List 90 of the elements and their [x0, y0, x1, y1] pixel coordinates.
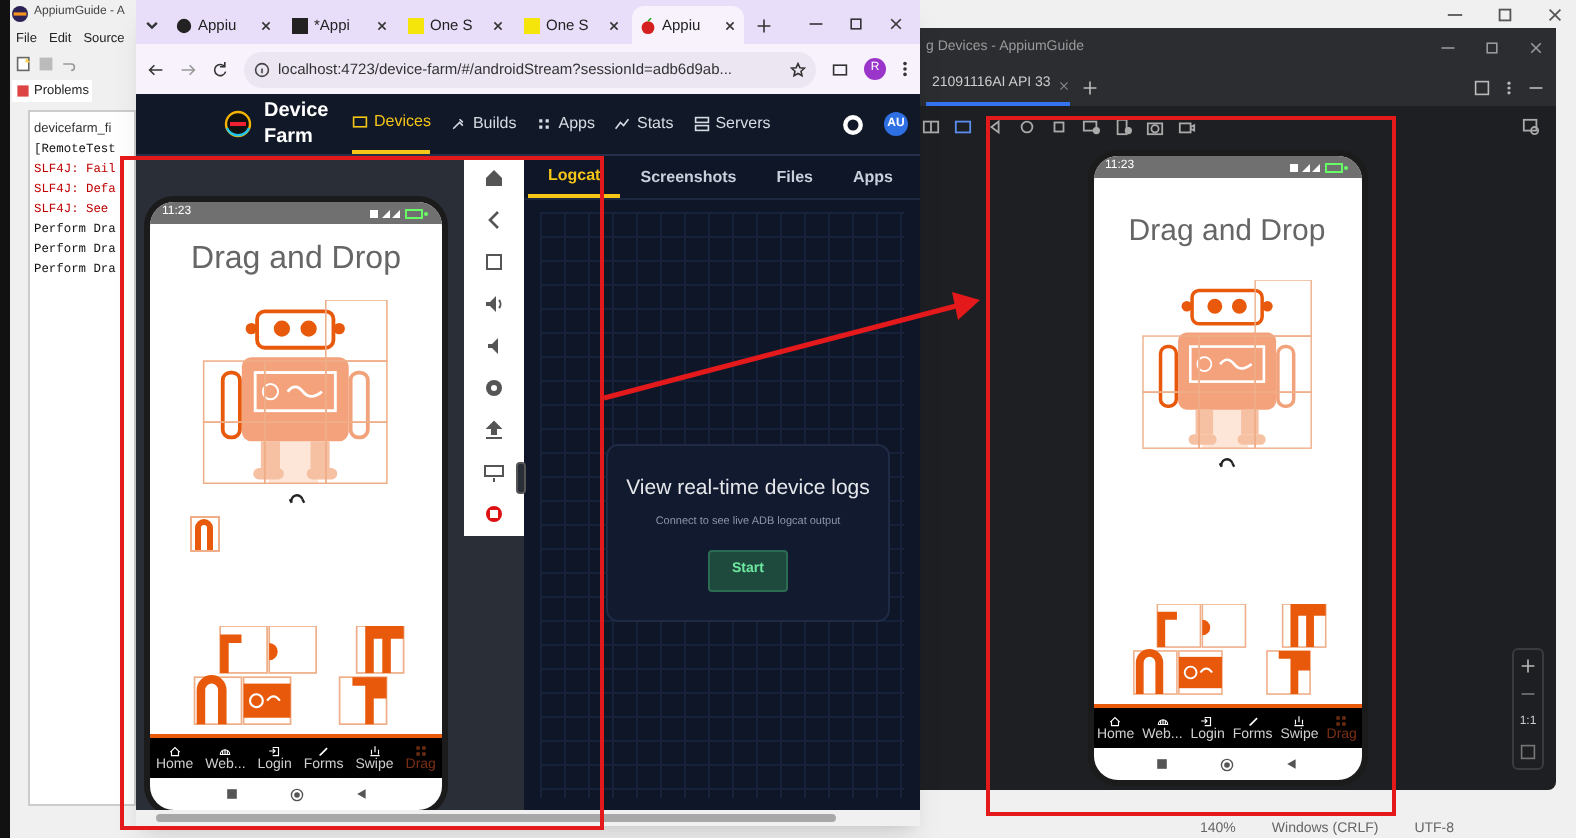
plus-icon[interactable] [756, 18, 772, 34]
scrollbar-thumb[interactable] [156, 814, 836, 822]
circle-icon[interactable] [1018, 117, 1036, 135]
panel-tab[interactable]: Logcat [528, 156, 621, 198]
circle-icon[interactable] [289, 787, 303, 801]
favicon-icon [640, 17, 656, 33]
camera-icon[interactable] [1146, 117, 1164, 135]
close-icon[interactable] [260, 19, 272, 31]
more-icon[interactable] [902, 60, 908, 78]
panel-icon[interactable] [954, 117, 972, 135]
puzzle-piece-icon [190, 515, 221, 552]
chevron-left-icon[interactable] [484, 210, 504, 230]
hammer-icon [450, 116, 467, 132]
square-icon[interactable] [484, 252, 504, 272]
home-icon[interactable] [484, 168, 504, 188]
circle-icon[interactable] [1220, 757, 1234, 771]
screen-title: Drag and Drop [1126, 212, 1328, 252]
chart-line-icon [614, 116, 631, 132]
nav-link[interactable]: Devices [352, 94, 431, 154]
close-icon[interactable] [1528, 40, 1544, 56]
home-icon [1108, 714, 1123, 728]
keyboard-icon[interactable] [484, 462, 504, 482]
triangle-icon[interactable] [1286, 758, 1298, 770]
brand-name: Device Farm [264, 98, 331, 150]
close-icon[interactable] [888, 16, 904, 32]
back-arrow-icon[interactable] [148, 61, 164, 77]
nav-link[interactable]: Apps [536, 94, 595, 154]
panel-tab[interactable]: Apps [833, 156, 913, 198]
app-logo-icon [12, 5, 28, 21]
panel-tab[interactable]: Files [756, 156, 833, 198]
close-icon[interactable] [376, 19, 388, 31]
search-icon[interactable] [1522, 117, 1540, 135]
back-icon[interactable] [986, 117, 1004, 135]
volume-up-icon[interactable] [484, 294, 504, 314]
dome-icon [1155, 714, 1170, 728]
new-file-icon[interactable] [16, 56, 32, 72]
login-icon [267, 744, 282, 758]
star-icon[interactable] [790, 61, 806, 77]
devices-icon [352, 114, 368, 130]
problems-icon [16, 84, 30, 98]
square-icon[interactable] [1156, 758, 1168, 770]
fit-screen-icon[interactable] [1520, 744, 1536, 760]
swipe-icon [367, 744, 382, 758]
favicon-icon [524, 17, 540, 33]
favicon-icon [408, 17, 424, 33]
nav-link[interactable]: Stats [614, 94, 674, 154]
close-icon[interactable] [1546, 6, 1564, 24]
home-icon [167, 744, 182, 758]
close-icon[interactable] [724, 19, 736, 31]
maximize-icon[interactable] [848, 16, 864, 32]
logo-icon [224, 110, 252, 138]
split-icon[interactable] [922, 117, 940, 135]
status-icons-icon [1289, 161, 1349, 173]
volume-down-icon[interactable] [484, 336, 504, 356]
info-icon[interactable] [254, 61, 270, 77]
pencil-icon [1245, 714, 1260, 728]
pencil-icon [316, 744, 331, 758]
login-icon [1200, 714, 1215, 728]
collapse-handle[interactable] [516, 462, 526, 494]
screen-icon[interactable] [1082, 117, 1100, 135]
empty-state-title: View real-time device logs [626, 474, 870, 504]
chevron-down-icon[interactable] [144, 18, 160, 34]
status-icons-icon [370, 207, 430, 219]
reload-icon[interactable] [212, 61, 228, 77]
extension-icon[interactable] [832, 61, 848, 77]
triangle-icon[interactable] [355, 788, 367, 800]
favicon-icon [176, 17, 192, 33]
square-icon[interactable] [1050, 117, 1068, 135]
nav-link[interactable]: Servers [693, 94, 771, 154]
upload-icon[interactable] [484, 420, 504, 440]
dome-icon [218, 744, 233, 758]
favicon-icon [292, 17, 308, 33]
phone-icon[interactable] [1114, 117, 1132, 135]
screen-title: Drag and Drop [189, 240, 403, 280]
grid-icon [1334, 714, 1349, 728]
square-icon[interactable] [225, 788, 237, 800]
close-icon[interactable] [492, 19, 504, 31]
window-icon[interactable] [1474, 79, 1490, 95]
grid-icon [536, 116, 553, 132]
close-icon[interactable] [608, 19, 620, 31]
record-icon[interactable] [484, 504, 504, 524]
nav-link[interactable]: Builds [450, 94, 517, 154]
server-icon [693, 116, 710, 132]
swipe-icon [1292, 714, 1307, 728]
panel-tab[interactable]: Screenshots [620, 156, 757, 198]
plus-icon[interactable] [1082, 79, 1099, 95]
grid-icon [413, 744, 428, 758]
video-camera-icon[interactable] [1178, 117, 1196, 135]
zoom-in-icon[interactable] [1520, 658, 1536, 674]
more-icon[interactable] [1506, 79, 1512, 95]
